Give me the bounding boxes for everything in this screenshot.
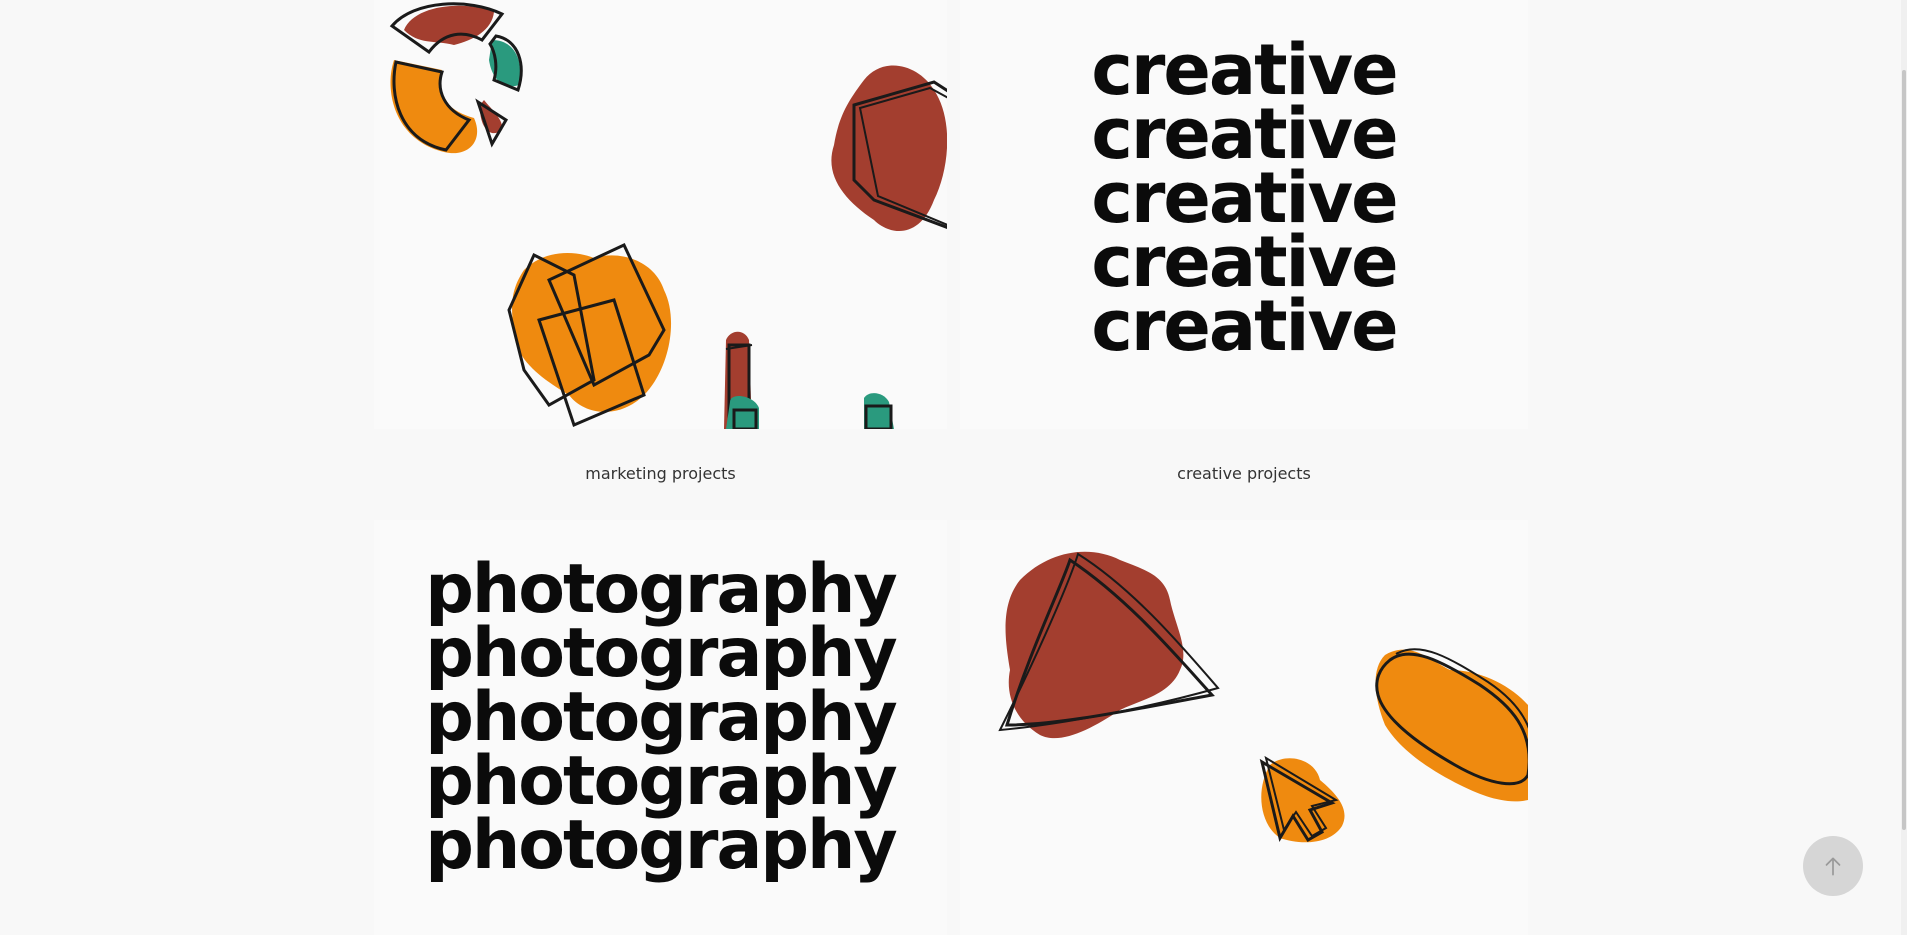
- marketing-projects-link[interactable]: marketing projects: [374, 464, 947, 483]
- pie-chart-doodle: [389, 2, 523, 154]
- creative-projects-thumbnail[interactable]: creative creative creative creative crea…: [960, 0, 1528, 429]
- photography-word: photography: [425, 678, 898, 757]
- marketing-illustration: [389, 2, 947, 429]
- cursor-arrow-doodle: [1259, 755, 1345, 843]
- digital-illustration: [998, 551, 1528, 843]
- arrow-up-icon: [1825, 857, 1841, 876]
- scrollbar-thumb[interactable]: [1902, 70, 1906, 830]
- photography-word-stack: photography photography photography phot…: [374, 550, 947, 885]
- digital-projects-thumbnail[interactable]: [960, 520, 1528, 935]
- photography-thumbnail[interactable]: photography photography photography phot…: [374, 520, 947, 935]
- triangle-doodle: [998, 551, 1220, 739]
- documents-doodle: [507, 243, 672, 428]
- photography-word: photography: [425, 806, 898, 885]
- marketing-projects-thumbnail[interactable]: [374, 0, 947, 429]
- photography-word: photography: [425, 742, 898, 821]
- creative-word-stack: creative creative creative creative crea…: [960, 35, 1528, 367]
- card-doodle: [831, 65, 947, 231]
- photography-word: photography: [425, 550, 898, 629]
- photography-word: photography: [425, 614, 898, 693]
- creative-projects-link[interactable]: creative projects: [960, 464, 1528, 483]
- page-scrollbar[interactable]: [1901, 0, 1907, 935]
- bar-chart-doodle: [724, 331, 894, 429]
- pill-doodle: [1375, 648, 1528, 802]
- portfolio-page: creative creative creative creative crea…: [0, 0, 1907, 935]
- creative-word: creative: [1091, 285, 1398, 367]
- back-to-top-button[interactable]: [1803, 836, 1863, 896]
